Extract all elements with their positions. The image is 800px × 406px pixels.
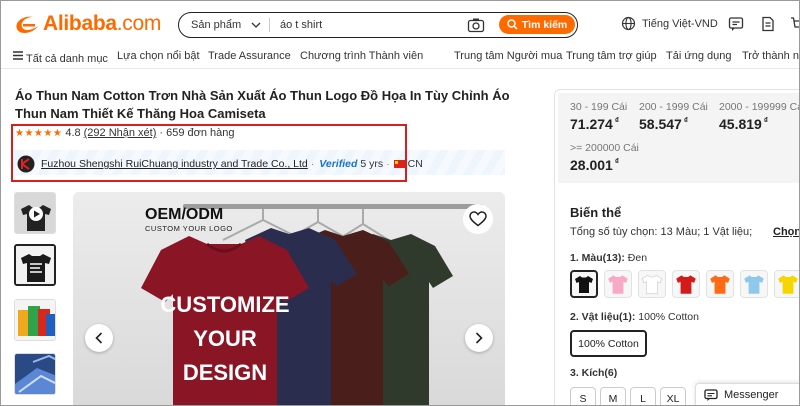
messenger-label: Messenger — [724, 389, 779, 401]
size-option-l[interactable]: L — [630, 387, 656, 405]
thumbnail-video[interactable] — [14, 192, 56, 234]
globe-icon — [621, 16, 636, 31]
tier-price-2: 58.547 ₫ — [639, 116, 688, 132]
material-selected: 100% Cotton — [638, 311, 699, 323]
language-selector[interactable]: Tiếng Việt-VND — [621, 16, 718, 31]
chat-icon — [704, 388, 718, 401]
tier-range-3: 2000 - 199999 Cái — [719, 101, 800, 113]
customize-text: CUSTOMIZE — [160, 292, 289, 317]
nav-download-app[interactable]: Tải ứng dụng — [666, 50, 731, 62]
color-tees-image — [15, 300, 55, 340]
search-category-dropdown[interactable]: Sản phẩm — [179, 13, 269, 37]
black-tee-image — [16, 246, 54, 284]
orders-icon[interactable] — [760, 16, 776, 32]
nav-buyer-center[interactable]: Trung tâm Người mua — [454, 50, 562, 62]
your-text: YOUR — [193, 326, 257, 351]
material-option-cotton[interactable]: 100% Cotton — [570, 330, 647, 357]
prev-image-button[interactable] — [85, 324, 113, 352]
page-frame: Alibaba.com Sản phẩm Tìm kiếm Tiếng V — [0, 0, 800, 406]
nav-trade-assurance[interactable]: Trade Assurance — [208, 50, 291, 62]
menu-icon — [13, 51, 23, 60]
alibaba-logo-icon — [16, 16, 38, 33]
logo-text: Alibaba.com — [43, 12, 162, 35]
tier-price-4: 28.001 ₫ — [570, 157, 619, 173]
color-swatch-orange[interactable] — [706, 270, 734, 298]
tier-price-3: 45.819 ₫ — [719, 116, 768, 132]
heart-icon — [469, 211, 487, 227]
next-image-button[interactable] — [465, 324, 493, 352]
alibaba-logo[interactable]: Alibaba.com — [13, 11, 161, 37]
cart-icon[interactable] — [790, 16, 800, 32]
folded-tees-image — [15, 354, 55, 394]
favorite-button[interactable] — [463, 204, 493, 234]
choose-link[interactable]: Chọn — [773, 226, 799, 238]
all-categories-menu[interactable]: Tất cả danh mục — [13, 50, 108, 65]
nav-featured-selections[interactable]: Lựa chọn nổi bật — [117, 50, 200, 62]
language-label: Tiếng Việt-VND — [642, 17, 718, 30]
category-nav: Tất cả danh mục Lựa chọn nổi bật Trade A… — [1, 47, 799, 69]
camera-search-icon[interactable] — [467, 17, 485, 33]
nav-help-center[interactable]: Trung tâm trợ giúp — [566, 50, 657, 62]
material-label: 2. Vật liệu(1): 100% Cotton — [570, 311, 699, 323]
thumbnail-folded-tees[interactable] — [14, 353, 56, 395]
search-input[interactable] — [270, 19, 460, 31]
design-text: DESIGN — [183, 360, 267, 385]
color-label: 1. Màu(13): Đen — [570, 252, 648, 264]
video-thumbnail-image — [15, 193, 55, 233]
size-label: 3. Kích(6) — [570, 367, 618, 379]
supplier-country: CN — [407, 158, 423, 170]
variants-summary: Tổng số tùy chọn: 13 Màu; 1 Vật liệu; — [570, 226, 753, 238]
size-option-s[interactable]: S — [570, 387, 596, 405]
variants-heading: Biến thể — [570, 205, 622, 220]
product-title: Áo Thun Nam Cotton Trơn Nhà Sản Xuất Áo … — [15, 88, 510, 121]
nav-become-supplier[interactable]: Trở thành nhà — [742, 50, 799, 62]
color-swatch-white[interactable] — [638, 270, 666, 298]
color-swatch-red[interactable] — [672, 270, 700, 298]
oem-odm-text: OEM/ODM — [145, 206, 223, 223]
color-swatch-black[interactable] — [570, 270, 598, 298]
messenger-button[interactable]: Messenger — [695, 383, 799, 405]
highlight-box — [11, 124, 407, 182]
size-option-m[interactable]: M — [600, 387, 626, 405]
color-swatch-pink[interactable] — [604, 270, 632, 298]
custom-logo-text: CUSTOM YOUR LOGO — [145, 224, 233, 233]
search-button-label: Tìm kiếm — [521, 18, 568, 31]
tier-range-2: 200 - 1999 Cái — [639, 101, 708, 113]
nav-membership-program[interactable]: Chương trình Thành viên — [300, 50, 423, 62]
tshirts-display: OEM/ODM CUSTOM YOUR LOGO CUSTOMIZE YOUR … — [73, 192, 505, 405]
search-bar: Sản phẩm Tìm kiếm — [178, 12, 578, 38]
chevron-down-icon — [251, 22, 261, 28]
color-selected: Đen — [627, 252, 648, 264]
search-category-label: Sản phẩm — [191, 19, 242, 31]
tier-range-4: >= 200000 Cái — [570, 142, 639, 154]
size-option-xl[interactable]: XL — [660, 387, 686, 405]
search-button[interactable]: Tìm kiếm — [499, 15, 575, 34]
message-icon[interactable] — [728, 16, 744, 32]
thumbnail-black-tee[interactable] — [14, 244, 56, 286]
main-product-image: OEM/ODM CUSTOM YOUR LOGO CUSTOMIZE YOUR … — [73, 192, 505, 405]
color-swatch-yellow[interactable] — [774, 270, 799, 298]
chevron-left-icon — [95, 332, 103, 344]
thumbnail-color-tees[interactable] — [14, 299, 56, 341]
tier-price-1: 71.274 ₫ — [570, 116, 619, 132]
tier-range-1: 30 - 199 Cái — [570, 101, 628, 113]
top-header: Alibaba.com Sản phẩm Tìm kiếm Tiếng V — [1, 1, 800, 47]
color-swatch-light-blue[interactable] — [740, 270, 768, 298]
chevron-right-icon — [475, 332, 483, 344]
search-icon — [506, 19, 518, 30]
